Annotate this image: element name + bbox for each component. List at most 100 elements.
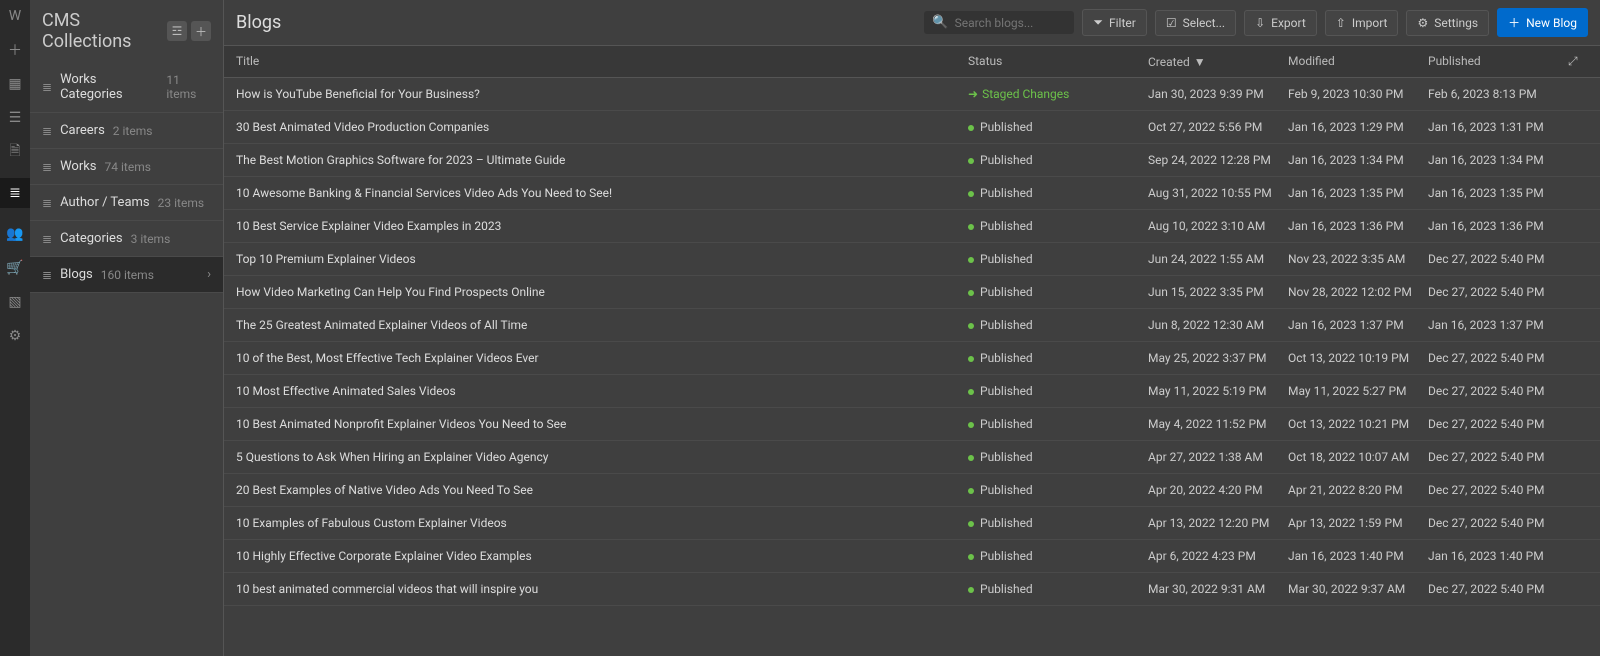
row-created: Apr 20, 2022 4:20 PM xyxy=(1148,483,1288,497)
chevron-right-icon: › xyxy=(207,267,211,282)
database-icon: ≣ xyxy=(42,80,52,94)
filter-icon: ⏷ xyxy=(1093,15,1103,30)
table-row[interactable]: How is YouTube Beneficial for Your Busin… xyxy=(224,78,1600,111)
filter-button[interactable]: ⏷Filter xyxy=(1082,9,1146,36)
row-modified: Jan 16, 2023 1:29 PM xyxy=(1288,120,1428,134)
collection-count: 160 items xyxy=(101,268,154,282)
collection-name: Categories xyxy=(60,231,123,246)
status-published: Published xyxy=(968,483,1033,497)
col-published[interactable]: Published xyxy=(1428,54,1568,69)
col-created[interactable]: Created▼ xyxy=(1148,54,1288,69)
add-collection-button[interactable]: ＋ xyxy=(191,21,211,41)
sort-desc-icon: ▼ xyxy=(1194,55,1206,69)
users-icon[interactable]: 👥 xyxy=(7,226,23,242)
row-created: Apr 27, 2022 1:38 AM xyxy=(1148,450,1288,464)
table-row[interactable]: 10 Most Effective Animated Sales Videos … xyxy=(224,375,1600,408)
table-row[interactable]: 10 best animated commercial videos that … xyxy=(224,573,1600,606)
table-row[interactable]: 30 Best Animated Video Production Compan… xyxy=(224,111,1600,144)
row-title: 10 best animated commercial videos that … xyxy=(236,582,968,596)
row-published: Dec 27, 2022 5:40 PM xyxy=(1428,384,1568,398)
status-dot-icon xyxy=(968,224,974,230)
navigator-icon[interactable]: ☰ xyxy=(7,110,23,126)
collection-item[interactable]: ≣ Blogs 160 items› xyxy=(30,257,223,293)
elements-icon[interactable]: ▦ xyxy=(7,76,23,92)
row-modified: Jan 16, 2023 1:36 PM xyxy=(1288,219,1428,233)
new-blog-button[interactable]: ＋New Blog xyxy=(1497,8,1588,37)
settings-icon[interactable]: ⚙ xyxy=(7,328,23,344)
status-published: Published xyxy=(968,384,1033,398)
status-published: Published xyxy=(968,318,1033,332)
row-published: Dec 27, 2022 5:40 PM xyxy=(1428,417,1568,431)
row-created: Apr 6, 2022 4:23 PM xyxy=(1148,549,1288,563)
table-row[interactable]: The Best Motion Graphics Software for 20… xyxy=(224,144,1600,177)
collection-item[interactable]: ≣ Works Categories 11 items xyxy=(30,62,223,113)
cms-icon[interactable]: ≣ xyxy=(0,178,30,208)
table-row[interactable]: 10 Best Animated Nonprofit Explainer Vid… xyxy=(224,408,1600,441)
col-title[interactable]: Title xyxy=(236,54,968,69)
row-title: 10 Best Animated Nonprofit Explainer Vid… xyxy=(236,417,968,431)
status-published: Published xyxy=(968,219,1033,233)
row-modified: Nov 23, 2022 3:35 AM xyxy=(1288,252,1428,266)
col-modified[interactable]: Modified xyxy=(1288,54,1428,69)
table-row[interactable]: 5 Questions to Ask When Hiring an Explai… xyxy=(224,441,1600,474)
row-title: 10 Most Effective Animated Sales Videos xyxy=(236,384,968,398)
ecommerce-icon[interactable]: 🛒 xyxy=(7,260,23,276)
row-created: Jun 8, 2022 12:30 AM xyxy=(1148,318,1288,332)
import-button[interactable]: ⇧Import xyxy=(1325,10,1399,36)
collection-sort-button[interactable]: ☲ xyxy=(167,21,187,41)
row-published: Dec 27, 2022 5:40 PM xyxy=(1428,516,1568,530)
row-title: 10 Awesome Banking & Financial Services … xyxy=(236,186,968,200)
col-expand[interactable]: ⤢ xyxy=(1568,54,1588,69)
status-staged: Staged Changes xyxy=(968,87,1069,101)
collection-count: 3 items xyxy=(131,232,171,246)
search-input[interactable] xyxy=(955,16,1067,30)
collection-count: 74 items xyxy=(105,160,151,174)
select-button[interactable]: ☑Select... xyxy=(1155,10,1236,36)
row-title: 20 Best Examples of Native Video Ads You… xyxy=(236,483,968,497)
database-icon: ≣ xyxy=(42,124,52,138)
row-modified: Feb 9, 2023 10:30 PM xyxy=(1288,87,1428,101)
assets-icon[interactable]: ▧ xyxy=(7,294,23,310)
row-published: Dec 27, 2022 5:40 PM xyxy=(1428,582,1568,596)
row-published: Dec 27, 2022 5:40 PM xyxy=(1428,483,1568,497)
webflow-logo-icon[interactable]: W xyxy=(7,8,23,24)
settings-button[interactable]: ⚙Settings xyxy=(1406,10,1489,36)
status-published: Published xyxy=(968,186,1033,200)
status-dot-icon xyxy=(968,356,974,362)
table-row[interactable]: 20 Best Examples of Native Video Ads You… xyxy=(224,474,1600,507)
row-modified: Jan 16, 2023 1:35 PM xyxy=(1288,186,1428,200)
table-row[interactable]: Top 10 Premium Explainer Videos Publishe… xyxy=(224,243,1600,276)
table-header: Title Status Created▼ Modified Published… xyxy=(224,45,1600,78)
row-modified: Nov 28, 2022 12:02 PM xyxy=(1288,285,1428,299)
pages-icon[interactable]: 🗎 xyxy=(7,144,23,160)
row-modified: Oct 13, 2022 10:21 PM xyxy=(1288,417,1428,431)
row-created: Apr 13, 2022 12:20 PM xyxy=(1148,516,1288,530)
table-row[interactable]: 10 Awesome Banking & Financial Services … xyxy=(224,177,1600,210)
table-row[interactable]: 10 of the Best, Most Effective Tech Expl… xyxy=(224,342,1600,375)
export-button[interactable]: ⇩Export xyxy=(1244,10,1317,36)
table-row[interactable]: 10 Best Service Explainer Video Examples… xyxy=(224,210,1600,243)
add-icon[interactable]: ＋ xyxy=(7,42,23,58)
col-status[interactable]: Status xyxy=(968,54,1148,69)
row-created: Aug 10, 2022 3:10 AM xyxy=(1148,219,1288,233)
collection-item[interactable]: ≣ Author / Teams 23 items xyxy=(30,185,223,221)
status-dot-icon xyxy=(968,323,974,329)
collection-item[interactable]: ≣ Categories 3 items xyxy=(30,221,223,257)
status-published: Published xyxy=(968,516,1033,530)
database-icon: ≣ xyxy=(42,160,52,174)
row-created: Jan 30, 2023 9:39 PM xyxy=(1148,87,1288,101)
table-row[interactable]: How Video Marketing Can Help You Find Pr… xyxy=(224,276,1600,309)
table-row[interactable]: 10 Examples of Fabulous Custom Explainer… xyxy=(224,507,1600,540)
table-row[interactable]: The 25 Greatest Animated Explainer Video… xyxy=(224,309,1600,342)
table-row[interactable]: 10 Highly Effective Corporate Explainer … xyxy=(224,540,1600,573)
row-published: Dec 27, 2022 5:40 PM xyxy=(1428,285,1568,299)
collection-item[interactable]: ≣ Works 74 items xyxy=(30,149,223,185)
status-dot-icon xyxy=(968,125,974,131)
collection-count: 2 items xyxy=(113,124,153,138)
row-title: The 25 Greatest Animated Explainer Video… xyxy=(236,318,968,332)
row-modified: Jan 16, 2023 1:37 PM xyxy=(1288,318,1428,332)
collection-item[interactable]: ≣ Careers 2 items xyxy=(30,113,223,149)
search-input-wrap: 🔍 xyxy=(924,11,1074,34)
row-created: Jun 15, 2022 3:35 PM xyxy=(1148,285,1288,299)
status-published: Published xyxy=(968,252,1033,266)
